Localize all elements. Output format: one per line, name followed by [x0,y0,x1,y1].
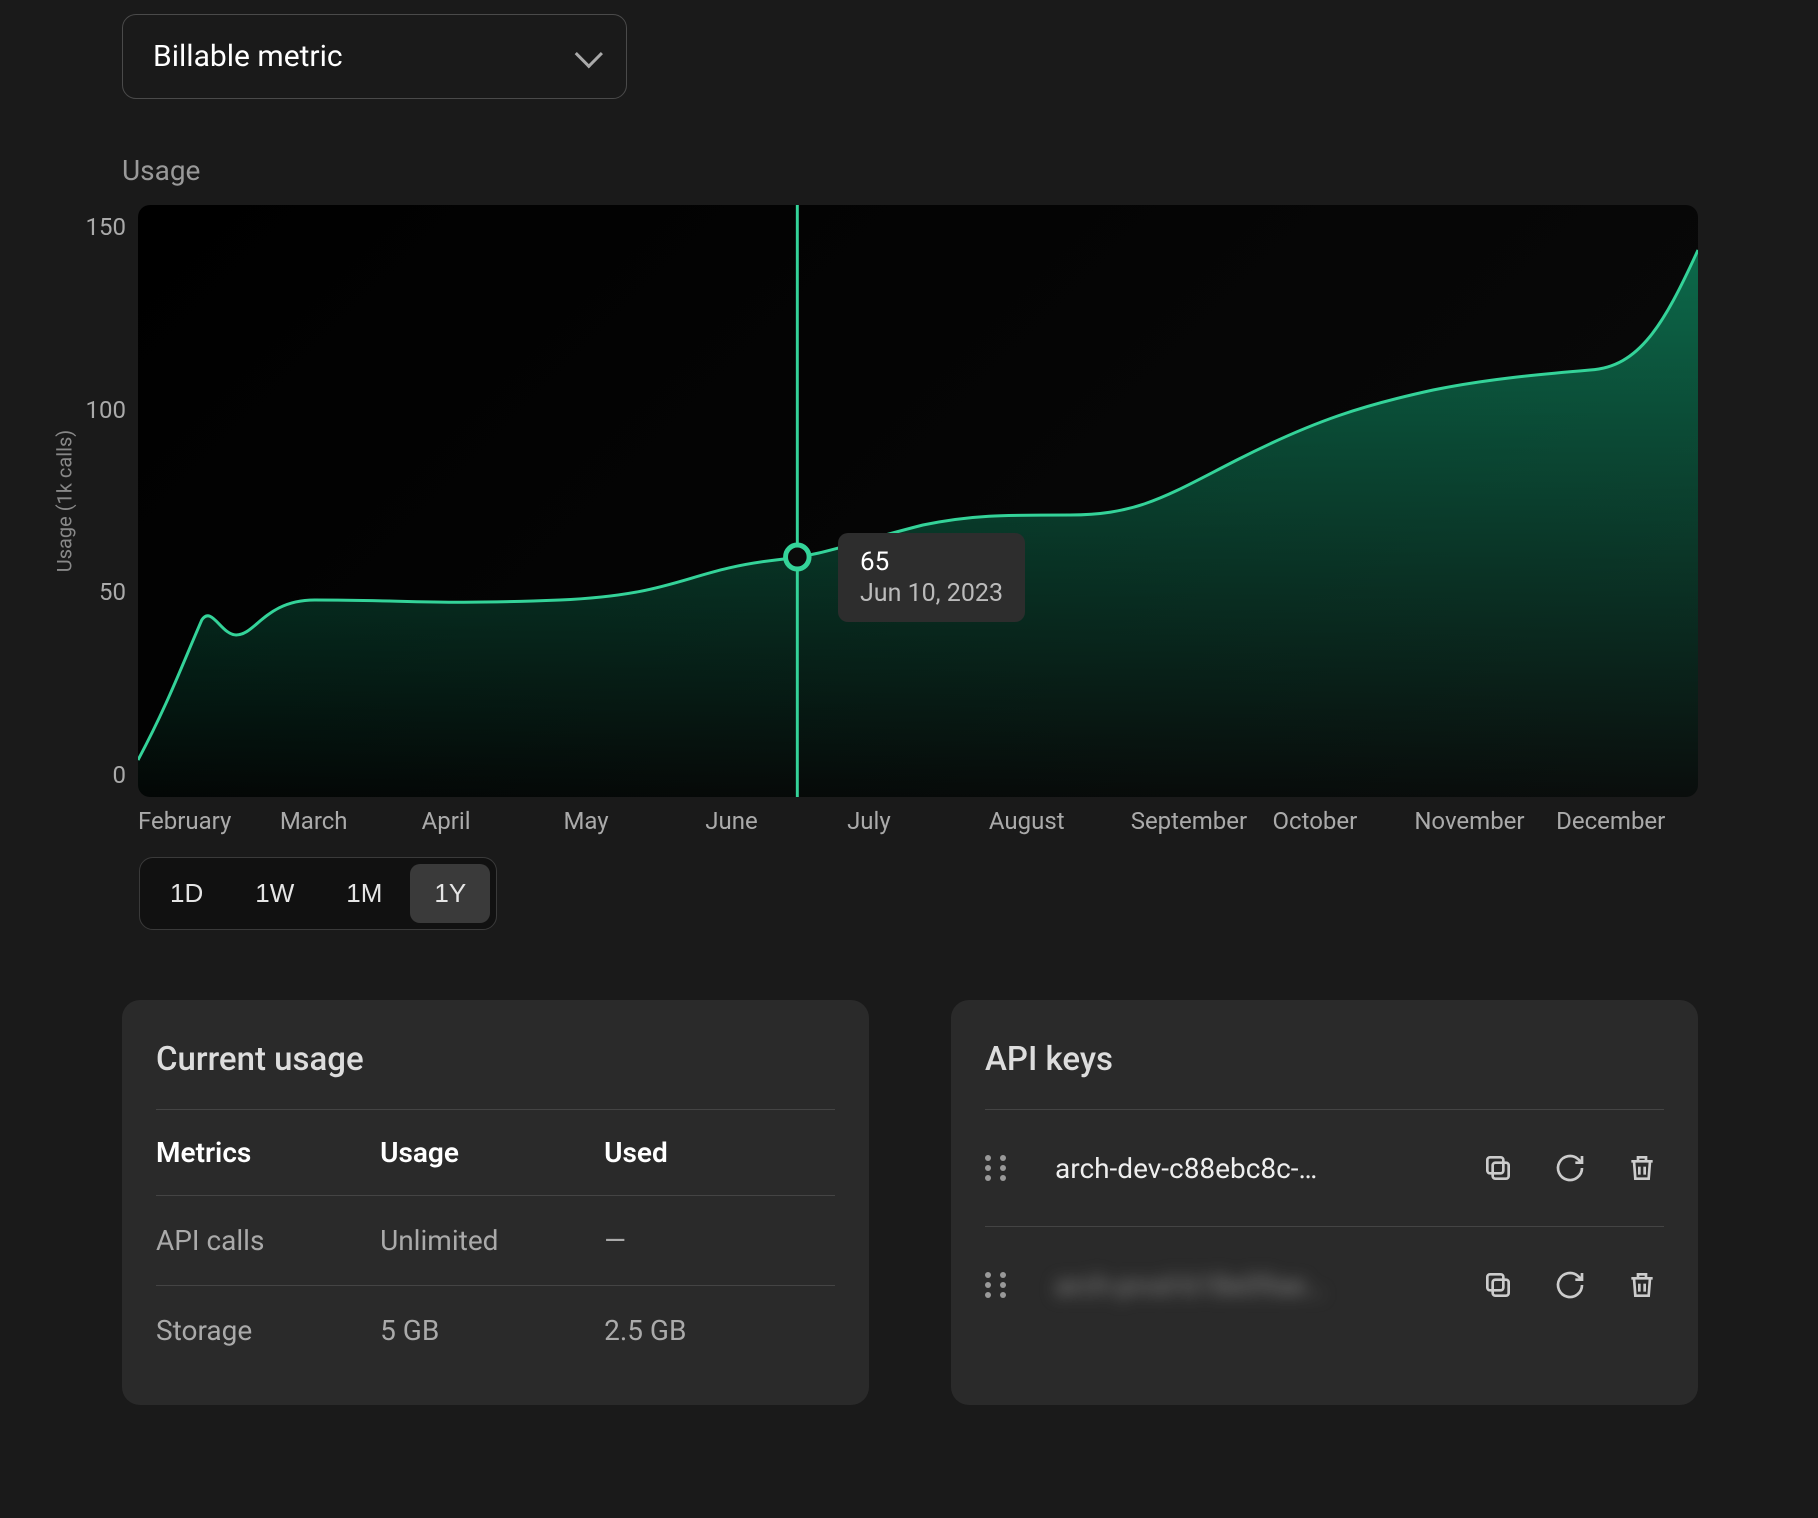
table-row: Storage 5 GB 2.5 GB [156,1286,835,1376]
chevron-down-icon [575,40,603,68]
refresh-icon[interactable] [1548,1146,1592,1190]
table-row: API calls Unlimited — [156,1196,835,1286]
range-1m-button[interactable]: 1M [322,864,406,923]
api-key-row: arch-prod-b18e09ae… [985,1227,1664,1343]
chart-svg [138,205,1698,797]
dropdown-label: Billable metric [153,39,343,74]
copy-icon[interactable] [1476,1146,1520,1190]
card-title: API keys [985,1040,1664,1110]
y-tick: 100 [86,396,126,424]
cell-metric: Storage [156,1286,380,1376]
copy-icon[interactable] [1476,1263,1520,1307]
chart-cursor-dot [786,545,810,569]
billable-metric-dropdown[interactable]: Billable metric [122,14,627,99]
chart-title: Usage [122,154,1698,187]
api-keys-card: API keys arch-dev-c88ebc8c-… arch-prod-b… [951,1000,1698,1405]
x-axis-ticks: February March April May June July Augus… [138,797,1698,835]
y-tick: 150 [86,213,126,241]
y-tick: 0 [113,761,127,789]
time-range-selector: 1D 1W 1M 1Y [139,857,497,930]
x-tick: June [705,807,847,835]
col-metrics: Metrics [156,1110,380,1196]
y-axis-label: Usage (1k calls) [52,430,76,573]
x-tick: October [1273,807,1415,835]
y-axis-label-wrap: Usage (1k calls) [50,205,78,797]
y-tick: 50 [99,578,126,606]
api-key-name: arch-dev-c88ebc8c-… [1039,1152,1448,1185]
api-key-row: arch-dev-c88ebc8c-… [985,1110,1664,1227]
current-usage-card: Current usage Metrics Usage Used API cal… [122,1000,869,1405]
x-tick: February [138,807,280,835]
x-tick: December [1556,807,1698,835]
x-tick: August [989,807,1131,835]
x-tick: July [847,807,989,835]
cell-usage: Unlimited [380,1196,604,1286]
x-tick: May [563,807,705,835]
trash-icon[interactable] [1620,1146,1664,1190]
usage-chart-section: Usage Usage (1k calls) 150 100 50 0 [50,154,1698,930]
trash-icon[interactable] [1620,1263,1664,1307]
api-key-name: arch-prod-b18e09ae… [1039,1269,1448,1302]
usage-table: Metrics Usage Used API calls Unlimited —… [156,1110,835,1375]
cell-metric: API calls [156,1196,380,1286]
cell-used: 2.5 GB [604,1286,835,1376]
y-axis-ticks: 150 100 50 0 [78,205,138,797]
refresh-icon[interactable] [1548,1263,1592,1307]
x-tick: April [422,807,564,835]
x-tick: November [1414,807,1556,835]
range-1d-button[interactable]: 1D [146,864,227,923]
cell-usage: 5 GB [380,1286,604,1376]
drag-handle-icon[interactable] [985,1155,1011,1181]
drag-handle-icon[interactable] [985,1272,1011,1298]
col-used: Used [604,1110,835,1196]
x-tick: March [280,807,422,835]
cell-used: — [604,1196,835,1286]
range-1w-button[interactable]: 1W [231,864,318,923]
x-tick: September [1131,807,1273,835]
range-1y-button[interactable]: 1Y [410,864,490,923]
card-title: Current usage [156,1040,835,1110]
col-usage: Usage [380,1110,604,1196]
chart-plot-area[interactable]: 65 Jun 10, 2023 [138,205,1698,797]
